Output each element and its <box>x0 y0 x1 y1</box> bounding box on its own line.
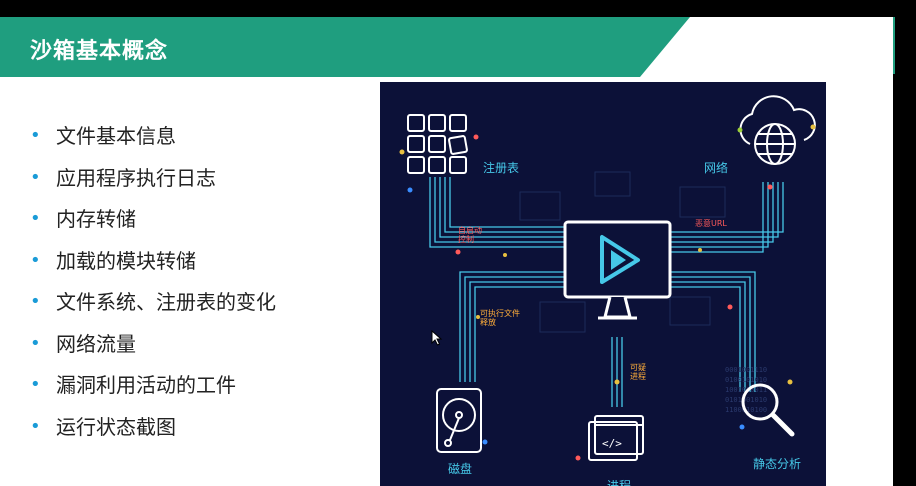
list-item: • 运行状态截图 <box>30 414 176 439</box>
process-label: 进程 <box>607 479 632 486</box>
disk-label: 磁盘 <box>448 462 473 476</box>
page-title: 沙箱基本概念 <box>30 39 169 64</box>
suspicious-process-label: 可疑 进程 <box>630 363 646 381</box>
svg-text:0100101010: 0100101010 <box>725 376 767 384</box>
autostart-label: 自启动 控制 <box>458 226 482 244</box>
cloud-globe-icon <box>739 95 816 165</box>
registry-label: 注册表 <box>483 161 520 175</box>
list-item: • 内存转储 <box>30 207 136 231</box>
svg-text:</>: </> <box>602 437 622 450</box>
bullet-dot-icon: • <box>30 208 41 229</box>
bullet-dot-icon: • <box>30 374 41 395</box>
list-item: • 网络流量 <box>30 331 136 356</box>
svg-text:0001001110: 0001001110 <box>725 366 767 374</box>
magnifier-icon: 0001001110 0100101010 1001010011 0101001… <box>725 366 795 437</box>
slide: 沙箱基本概念 • 文件基本信息 • 应用程序执行日志 • 内存转储 • 加载的模块转储 … <box>0 17 893 486</box>
bullet-dot-icon: • <box>30 166 41 188</box>
hard-disk-icon <box>436 388 482 453</box>
bullet-dot-icon: • <box>30 291 41 312</box>
grid-icon <box>407 114 468 174</box>
bullet-dot-icon: • <box>30 415 41 437</box>
list-item: • 应用程序执行日志 <box>30 165 216 190</box>
bullet-dot-icon: • <box>30 332 41 354</box>
network-label: 网络 <box>704 161 729 175</box>
illustration-graphics: </> 0001001110 0100101010 1001010011 010… <box>399 95 816 461</box>
list-item: • 文件系统、注册表的变化 <box>30 290 276 314</box>
list-item: • 漏洞利用活动的工件 <box>30 373 236 397</box>
code-window-icon: </> <box>588 415 644 461</box>
list-item: • 文件基本信息 <box>30 124 176 148</box>
bullet-dot-icon: • <box>30 249 41 271</box>
bullet-list: • 文件基本信息 • 应用程序执行日志 • 内存转储 • 加载的模块转储 • 文件系统、注… <box>30 122 276 454</box>
mouse-cursor-icon <box>431 330 443 346</box>
exec-release-label: 可执行文件 释放 <box>480 309 520 327</box>
malicious-url-label: 恶意URL <box>695 219 727 228</box>
list-item: • 加载的模块转储 <box>30 248 196 273</box>
edge-accent-line <box>893 17 895 74</box>
static-analysis-label: 静态分析 <box>753 457 802 471</box>
sandbox-illustration: </> 0001001110 0100101010 1001010011 010… <box>380 82 826 486</box>
svg-text:0101001010: 0101001010 <box>725 396 767 404</box>
window-edge <box>893 0 916 486</box>
monitor-play-icon <box>563 220 672 320</box>
bullet-dot-icon: • <box>30 125 41 146</box>
